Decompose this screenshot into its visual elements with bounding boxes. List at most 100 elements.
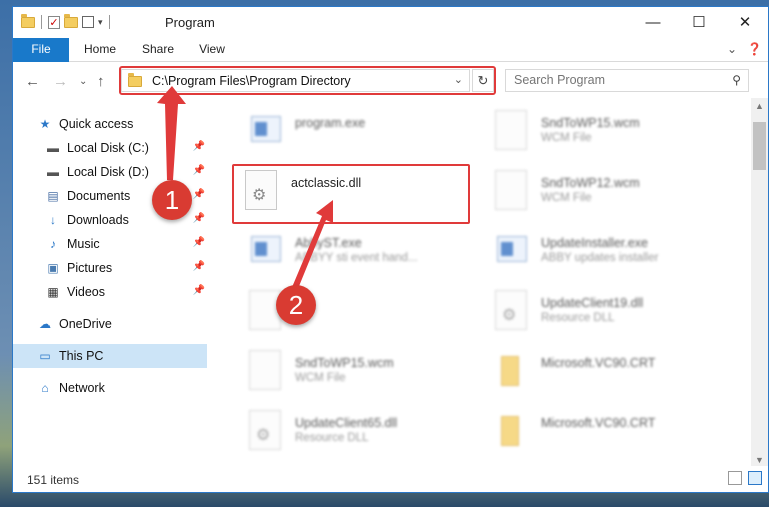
file-name: UpdateClient19.dll [541,296,644,310]
nav-item-videos[interactable]: ▦ Videos 📌 [13,280,207,304]
tab-share[interactable]: Share [133,38,183,61]
pin-icon[interactable]: 📌 [193,213,205,224]
ribbon-right: ⌄ ❓ [727,42,762,56]
list-item[interactable]: SndToWP15.wcm WCM File [237,342,477,398]
list-item[interactable]: SndToWP12.wcm WCM File [483,162,723,218]
details-view-icon[interactable] [728,471,742,485]
address-path[interactable]: C:\Program Files\Program Directory [152,74,351,88]
search-input[interactable] [514,73,714,87]
drive-icon: ▬ [47,141,59,155]
network-icon: ⌂ [41,381,49,395]
file-type: Resource DLL [541,312,615,324]
back-arrow-icon[interactable]: ← [25,73,40,90]
list-item[interactable]: actclassic.dll [233,162,473,218]
vertical-scrollbar[interactable]: ▲ ▼ [751,98,768,468]
large-icons-view-icon[interactable] [748,471,762,485]
pin-icon[interactable]: 📌 [193,165,205,176]
nav-item-quick-access[interactable]: ★ Quick access [13,112,207,136]
nav-item-label: Local Disk (D:) [67,165,149,179]
nav-item-music[interactable]: ♪ Music 📌 [13,232,207,256]
list-item[interactable]: Microsoft.VC90.CRT [483,342,723,398]
download-icon: ↓ [50,213,56,227]
new-folder-icon[interactable] [64,13,78,28]
list-item[interactable]: UpdateClient19.dll Resource DLL [483,282,723,338]
nav-item-label: Videos [67,285,105,299]
file-type: ABBYY sti event hand... [295,252,418,264]
pin-icon[interactable]: 📌 [193,261,205,272]
documents-icon: ▤ [47,189,59,203]
tab-home[interactable]: Home [75,38,125,61]
pin-icon[interactable]: 📌 [193,189,205,200]
status-bar: 151 items [13,466,768,492]
list-item[interactable]: UpdateClient65.dll Resource DLL [237,402,477,458]
exe-file-icon [249,230,281,270]
file-type: Resource DLL [295,432,369,444]
chevron-down-icon[interactable]: ⌄ [727,42,737,56]
file-name: SndToWP12.wcm [541,176,640,190]
file-list: program.exe SndToWP15.wcm WCM File actcl… [223,98,743,468]
list-item[interactable]: AbbyST.exe ABBYY sti event hand... [237,222,477,278]
chevron-down-icon[interactable]: ▾ [98,17,103,28]
chevron-down-icon[interactable]: ⌄ [454,73,463,86]
close-button[interactable]: ✕ [722,7,768,37]
window-controls: — ☐ ✕ [630,7,768,37]
file-name: Microsoft.VC90.CRT [541,416,656,430]
address-bar[interactable]: C:\Program Files\Program Directory ⌄ [121,69,470,92]
nav-item-local-disk-c[interactable]: ▬ Local Disk (C:) 📌 [13,136,207,160]
pin-icon[interactable]: 📌 [193,285,205,296]
forward-arrow-icon[interactable]: → [53,73,68,90]
minimize-button[interactable]: — [630,7,676,37]
scrollbar-thumb[interactable] [753,122,766,170]
file-icon [495,170,527,210]
maximize-button[interactable]: ☐ [676,7,722,37]
star-icon: ★ [39,117,51,131]
nav-item-label: Local Disk (C:) [67,141,149,155]
file-name: AbbyST.exe [295,236,362,250]
pin-icon[interactable]: 📌 [193,141,205,152]
file-type: WCM File [541,132,592,144]
list-item[interactable]: UpdateInstaller.exe ABBY updates install… [483,222,723,278]
zip-folder-icon [495,350,527,390]
search-icon[interactable]: ⚲ [732,73,741,87]
nav-item-onedrive[interactable]: ☁ OneDrive [13,312,207,336]
title-bar: ✓ ▾ Program — ☐ ✕ [13,7,768,38]
view-toggles [728,471,762,485]
drive-icon: ▬ [47,165,59,179]
quick-access-toolbar: ✓ ▾ [21,13,112,29]
up-arrow-icon[interactable]: ↑ [97,73,105,90]
list-item[interactable]: Microsoft.VC90.CRT [483,402,723,458]
recent-locations-icon[interactable]: ⌄ [79,76,87,87]
scroll-up-icon[interactable]: ▲ [751,98,768,114]
dll-file-icon [495,290,527,330]
file-icon [495,110,527,150]
exe-file-icon [495,230,527,270]
window-title: Program [165,15,215,30]
nav-item-pictures[interactable]: ▣ Pictures 📌 [13,256,207,280]
exe-file-icon [249,110,281,150]
list-item[interactable]: SndToWP15.wcm WCM File [483,102,723,158]
file-explorer-window: ✓ ▾ Program — ☐ ✕ File Home Share View ⌄… [12,6,769,493]
tab-view[interactable]: View [189,38,235,61]
list-item[interactable]: program.exe [237,102,477,158]
separator [41,15,42,29]
dll-file-icon [245,170,277,210]
computer-icon: ▭ [39,349,51,363]
nav-item-this-pc[interactable]: ▭ This PC [13,344,207,368]
help-icon[interactable]: ❓ [747,42,762,56]
nav-item-network[interactable]: ⌂ Network [13,376,207,400]
search-box[interactable]: ⚲ [505,69,749,92]
properties-check-icon[interactable]: ✓ [48,15,60,29]
refresh-button[interactable]: ↻ [472,69,494,92]
nav-item-label: Music [67,237,100,251]
pictures-icon: ▣ [47,261,59,275]
customize-icon[interactable] [82,16,94,28]
file-type: WCM File [295,372,346,384]
videos-icon: ▦ [47,285,59,299]
dll-file-icon [249,410,281,450]
nav-item-label: Pictures [67,261,113,275]
zip-folder-icon [495,410,527,450]
step-badge-2: 2 [276,285,316,325]
pin-icon[interactable]: 📌 [193,237,205,248]
file-name: UpdateInstaller.exe [541,236,649,250]
list-item[interactable] [237,282,477,338]
